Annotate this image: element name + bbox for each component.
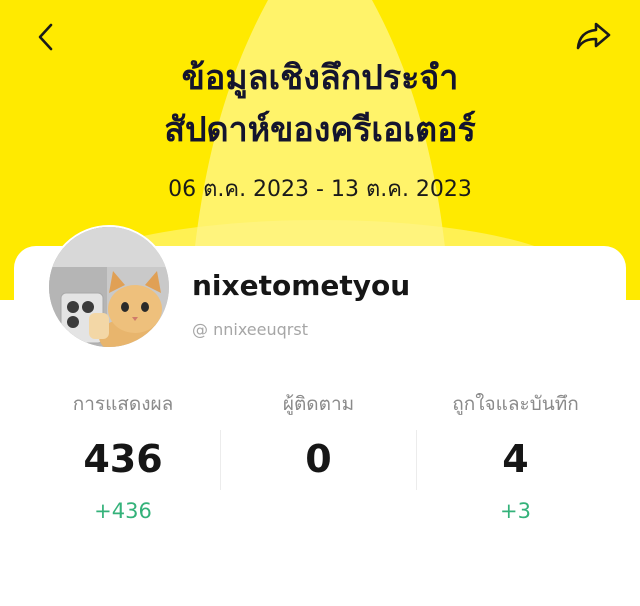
stat-change: +3 bbox=[500, 499, 531, 523]
stat-change: +436 bbox=[94, 499, 152, 523]
stat-impressions: การแสดงผล 436 +436 bbox=[24, 386, 222, 536]
stat-label: ผู้ติดตาม bbox=[282, 393, 355, 415]
profile-handle: @ nnixeeuqrst bbox=[192, 320, 308, 339]
back-chevron-icon bbox=[38, 23, 53, 51]
stat-divider bbox=[220, 430, 221, 490]
stat-value: 0 bbox=[305, 437, 332, 481]
date-range: 06 ต.ค. 2023 - 13 ต.ค. 2023 bbox=[168, 177, 472, 202]
cat-selfie-avatar bbox=[49, 227, 169, 347]
stat-value: 4 bbox=[502, 437, 529, 481]
stats-row: การแสดงผล 436 +436 ผู้ติดตาม 0 ถูกใจและบ… bbox=[24, 386, 616, 536]
avatar[interactable] bbox=[47, 225, 171, 349]
stat-followers: ผู้ติดตาม 0 bbox=[222, 386, 415, 536]
back-button[interactable] bbox=[30, 20, 64, 54]
stat-label: การแสดงผล bbox=[72, 393, 174, 415]
stat-value: 436 bbox=[83, 437, 163, 481]
share-arrow-icon bbox=[576, 22, 611, 50]
page-title-line-2: สัปดาห์ของครีเอเตอร์ bbox=[164, 110, 476, 150]
page-title: ข้อมูลเชิงลึกประจำ สัปดาห์ของครีเอเตอร์ bbox=[0, 52, 640, 156]
stat-label: ถูกใจและบันทึก bbox=[452, 393, 579, 415]
profile-username: nixetometyou bbox=[192, 269, 411, 302]
share-button[interactable] bbox=[574, 18, 614, 54]
stat-likes-and-saves: ถูกใจและบันทึก 4 +3 bbox=[415, 386, 616, 536]
page-title-line-1: ข้อมูลเชิงลึกประจำ bbox=[181, 58, 459, 98]
